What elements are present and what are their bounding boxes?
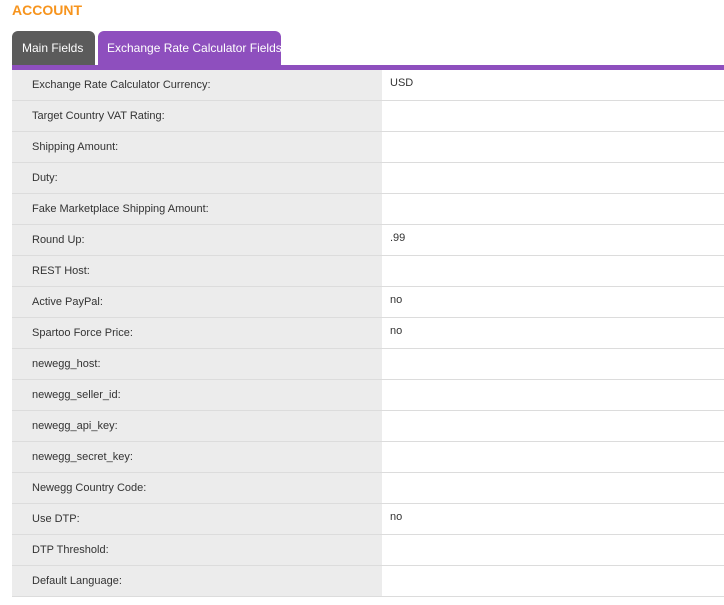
field-value xyxy=(382,380,724,410)
field-row-newegg-host: newegg_host: xyxy=(12,349,724,380)
field-row-newegg-country-code: Newegg Country Code: xyxy=(12,473,724,504)
field-value: USD xyxy=(382,70,724,100)
tab-exchange-rate-calculator-fields[interactable]: Exchange Rate Calculator Fields xyxy=(98,31,282,65)
tab-main-fields[interactable]: Main Fields xyxy=(12,31,95,65)
field-value xyxy=(382,535,724,565)
field-row-round-up: Round Up: .99 xyxy=(12,225,724,256)
field-row-newegg-api-key: newegg_api_key: xyxy=(12,411,724,442)
field-row-active-paypal: Active PayPal: no xyxy=(12,287,724,318)
field-row-shipping-amount: Shipping Amount: xyxy=(12,132,724,163)
field-label: newegg_api_key: xyxy=(12,411,382,441)
field-value xyxy=(382,194,724,224)
field-row-newegg-secret-key: newegg_secret_key: xyxy=(12,442,724,473)
tab-strip: Main Fields Exchange Rate Calculator Fie… xyxy=(12,31,282,65)
fields-table: Exchange Rate Calculator Currency: USD T… xyxy=(12,70,724,597)
field-value: .99 xyxy=(382,225,724,255)
field-row-duty: Duty: xyxy=(12,163,724,194)
field-label: newegg_host: xyxy=(12,349,382,379)
field-label: DTP Threshold: xyxy=(12,535,382,565)
field-label: Target Country VAT Rating: xyxy=(12,101,382,131)
field-label: Use DTP: xyxy=(12,504,382,534)
field-row-use-dtp: Use DTP: no xyxy=(12,504,724,535)
field-label: Newegg Country Code: xyxy=(12,473,382,503)
field-row-fake-marketplace-shipping-amount: Fake Marketplace Shipping Amount: xyxy=(12,194,724,225)
field-value: no xyxy=(382,318,724,348)
field-label: Exchange Rate Calculator Currency: xyxy=(12,70,382,100)
field-value xyxy=(382,473,724,503)
field-row-default-language: Default Language: xyxy=(12,566,724,597)
field-row-newegg-seller-id: newegg_seller_id: xyxy=(12,380,724,411)
field-value xyxy=(382,349,724,379)
field-label: Default Language: xyxy=(12,566,382,596)
section-title: ACCOUNT xyxy=(12,2,82,18)
field-label: Active PayPal: xyxy=(12,287,382,317)
field-value xyxy=(382,442,724,472)
field-row-spartoo-force-price: Spartoo Force Price: no xyxy=(12,318,724,349)
field-label: newegg_seller_id: xyxy=(12,380,382,410)
field-value xyxy=(382,163,724,193)
field-label: REST Host: xyxy=(12,256,382,286)
field-value xyxy=(382,132,724,162)
field-row-target-country-vat-rating: Target Country VAT Rating: xyxy=(12,101,724,132)
field-label: Shipping Amount: xyxy=(12,132,382,162)
field-label: Spartoo Force Price: xyxy=(12,318,382,348)
field-label: Fake Marketplace Shipping Amount: xyxy=(12,194,382,224)
field-value: no xyxy=(382,504,724,534)
field-label: Round Up: xyxy=(12,225,382,255)
field-value xyxy=(382,256,724,286)
field-row-rest-host: REST Host: xyxy=(12,256,724,287)
field-value xyxy=(382,566,724,596)
field-label: Duty: xyxy=(12,163,382,193)
field-label: newegg_secret_key: xyxy=(12,442,382,472)
field-row-dtp-threshold: DTP Threshold: xyxy=(12,535,724,566)
field-value: no xyxy=(382,287,724,317)
field-row-exchange-rate-currency: Exchange Rate Calculator Currency: USD xyxy=(12,70,724,101)
field-value xyxy=(382,411,724,441)
field-value xyxy=(382,101,724,131)
